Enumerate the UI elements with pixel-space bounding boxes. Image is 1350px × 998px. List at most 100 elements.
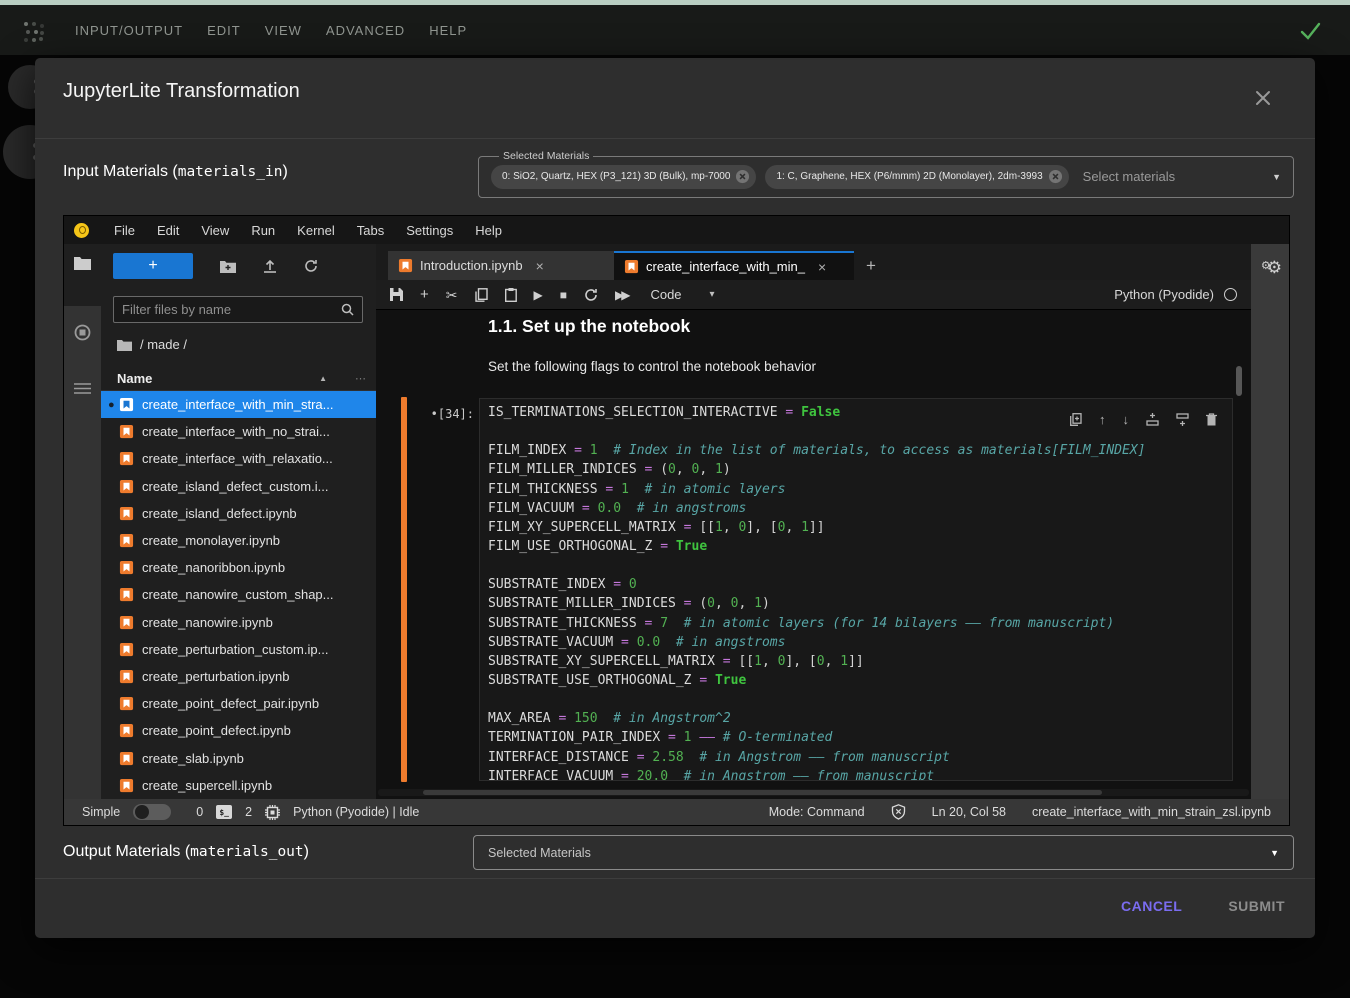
file-row[interactable]: create_perturbation_custom.ip... xyxy=(101,636,376,663)
app-menu-help[interactable]: HELP xyxy=(429,23,467,38)
jlab-menu-settings[interactable]: Settings xyxy=(395,223,464,238)
code-editor[interactable]: IS_TERMINATIONS_SELECTION_INTERACTIVE = … xyxy=(479,398,1233,781)
breadcrumb[interactable]: / made / xyxy=(117,337,187,352)
new-folder-icon[interactable] xyxy=(220,260,236,273)
editor-mode-label[interactable]: Mode: Command xyxy=(769,805,865,819)
chevron-down-icon: ▾ xyxy=(710,289,715,300)
notebook-area: Introduction.ipynb × create_interface_wi… xyxy=(376,244,1251,799)
close-icon[interactable]: × xyxy=(818,259,826,275)
app-menu-view[interactable]: VIEW xyxy=(265,23,302,38)
simple-mode-toggle[interactable] xyxy=(133,804,171,820)
cell-type-dropdown[interactable]: Code ▾ xyxy=(650,287,714,302)
close-icon[interactable] xyxy=(1253,88,1273,108)
table-of-contents-icon[interactable] xyxy=(74,382,91,396)
file-row[interactable]: create_nanowire_custom_shap... xyxy=(101,581,376,608)
chip-remove-icon[interactable] xyxy=(735,169,750,184)
app-menu-input-output[interactable]: INPUT/OUTPUT xyxy=(75,23,183,38)
filter-files-input[interactable]: Filter files by name xyxy=(113,296,363,323)
file-row[interactable]: create_slab.ipynb xyxy=(101,744,376,771)
terminal-icon: $_ xyxy=(216,805,232,819)
paste-cells-icon[interactable] xyxy=(505,288,517,302)
kernel-count[interactable]: 2 xyxy=(245,805,252,819)
app-menu-advanced[interactable]: ADVANCED xyxy=(326,23,405,38)
select-materials-placeholder[interactable]: Select materials xyxy=(1083,169,1175,184)
tab-create-interface[interactable]: create_interface_with_min_ × xyxy=(614,251,854,280)
cancel-button[interactable]: CANCEL xyxy=(1121,898,1182,914)
file-row[interactable]: create_perturbation.ipynb xyxy=(101,663,376,690)
vertical-scrollbar[interactable] xyxy=(1236,366,1242,396)
output-materials-label: Output Materials (materials_out) xyxy=(63,843,309,861)
file-browser-icon[interactable] xyxy=(74,256,91,270)
restart-kernel-icon[interactable] xyxy=(584,288,598,302)
sort-ascending-icon[interactable]: ▲ xyxy=(319,374,327,383)
delete-cell-icon[interactable] xyxy=(1206,413,1217,426)
horizontal-scrollbar[interactable] xyxy=(378,789,1249,796)
restart-run-all-icon[interactable]: ▶▶ xyxy=(615,289,627,301)
jlab-menu-edit[interactable]: Edit xyxy=(146,223,190,238)
tab-introduction[interactable]: Introduction.ipynb × xyxy=(388,251,614,280)
column-menu-icon[interactable]: ⋯ xyxy=(355,372,366,385)
running-kernels-icon[interactable] xyxy=(74,324,91,341)
jlab-menu-run[interactable]: Run xyxy=(240,223,286,238)
cursor-position[interactable]: Ln 20, Col 58 xyxy=(932,805,1006,819)
file-row[interactable]: create_point_defect.ipynb xyxy=(101,717,376,744)
notebook-toolbar: + ✂ ▶ ■ ▶▶ xyxy=(376,280,1251,310)
jlab-menu-file[interactable]: File xyxy=(103,223,146,238)
code-line: SUBSTRATE_XY_SUPERCELL_MATRIX = [[1, 0],… xyxy=(488,654,1224,673)
notebook-file-icon xyxy=(119,424,134,439)
file-row[interactable]: create_island_defect_custom.i... xyxy=(101,473,376,500)
jlab-menu-tabs[interactable]: Tabs xyxy=(346,223,395,238)
file-row[interactable]: create_nanoribbon.ipynb xyxy=(101,554,376,581)
file-row[interactable]: create_interface_with_no_strai... xyxy=(101,418,376,445)
file-row[interactable]: create_point_defect_pair.ipynb xyxy=(101,690,376,717)
simple-mode-label: Simple xyxy=(82,805,120,819)
save-icon[interactable] xyxy=(390,288,403,301)
jupyterlab-menubar: FileEditViewRunKernelTabsSettingsHelp xyxy=(64,216,1289,244)
file-list-header[interactable]: Name ▲ ⋯ xyxy=(101,366,376,391)
move-cell-up-icon[interactable]: ↑ xyxy=(1099,413,1106,426)
run-cell-icon[interactable]: ▶ xyxy=(534,289,543,301)
shield-x-icon[interactable] xyxy=(891,804,906,820)
jlab-menu-view[interactable]: View xyxy=(190,223,240,238)
chip-remove-icon[interactable] xyxy=(1048,169,1063,184)
output-materials-dropdown[interactable]: Selected Materials ▼ xyxy=(473,835,1294,870)
chevron-down-icon[interactable]: ▼ xyxy=(1272,172,1281,182)
insert-cell-above-icon[interactable] xyxy=(1146,413,1159,426)
selected-materials-input[interactable]: Selected Materials 0: SiO2, Quartz, HEX … xyxy=(478,150,1294,198)
add-tab-icon[interactable]: + xyxy=(866,256,876,276)
lightbulb-icon[interactable] xyxy=(74,223,89,238)
refresh-icon[interactable] xyxy=(304,259,318,273)
new-launcher-button[interactable]: + xyxy=(113,253,193,279)
insert-cell-icon[interactable]: + xyxy=(420,287,429,302)
app-menu-edit[interactable]: EDIT xyxy=(207,23,241,38)
insert-cell-below-icon[interactable] xyxy=(1176,413,1189,426)
file-row[interactable]: create_supercell.ipynb xyxy=(101,772,376,799)
dialog-actions: CANCEL SUBMIT xyxy=(1121,898,1285,914)
code-line: TERMINATION_PAIR_INDEX = 1 —— # O-termin… xyxy=(488,730,1224,749)
terminal-count[interactable]: 0 xyxy=(196,805,203,819)
code-cell[interactable]: •[34]: IS_TERMINATIONS_SELECTION_INTERAC… xyxy=(376,397,1251,782)
submit-button[interactable]: SUBMIT xyxy=(1228,898,1285,914)
close-icon[interactable]: × xyxy=(536,258,544,274)
material-chip-0[interactable]: 0: SiO2, Quartz, HEX (P3_121) 3D (Bulk),… xyxy=(491,165,756,189)
file-row[interactable]: create_monolayer.ipynb xyxy=(101,527,376,554)
file-row[interactable]: ●create_interface_with_min_stra... xyxy=(101,391,376,418)
notebook-file-icon xyxy=(119,451,134,466)
upload-icon[interactable] xyxy=(263,259,277,273)
cut-cells-icon[interactable]: ✂ xyxy=(446,288,458,302)
stop-kernel-icon[interactable]: ■ xyxy=(560,289,567,301)
file-row[interactable]: create_island_defect.ipynb xyxy=(101,500,376,527)
settings-gears-icon[interactable]: ⚙⚙ xyxy=(1261,258,1282,278)
move-cell-down-icon[interactable]: ↓ xyxy=(1123,413,1130,426)
material-chip-1[interactable]: 1: C, Graphene, HEX (P6/mmm) 2D (Monolay… xyxy=(765,165,1068,189)
jlab-menu-kernel[interactable]: Kernel xyxy=(286,223,346,238)
jlab-menu-help[interactable]: Help xyxy=(464,223,513,238)
file-row[interactable]: create_interface_with_relaxatio... xyxy=(101,445,376,472)
file-row[interactable]: create_nanowire.ipynb xyxy=(101,609,376,636)
file-name: create_interface_with_min_stra... xyxy=(142,397,333,412)
duplicate-cell-icon[interactable] xyxy=(1070,413,1082,426)
kernel-name[interactable]: Python (Pyodide) xyxy=(1114,287,1214,302)
app-logo-icon[interactable] xyxy=(24,22,44,42)
kernel-status-label[interactable]: Python (Pyodide) | Idle xyxy=(293,805,419,819)
copy-cells-icon[interactable] xyxy=(475,288,488,302)
